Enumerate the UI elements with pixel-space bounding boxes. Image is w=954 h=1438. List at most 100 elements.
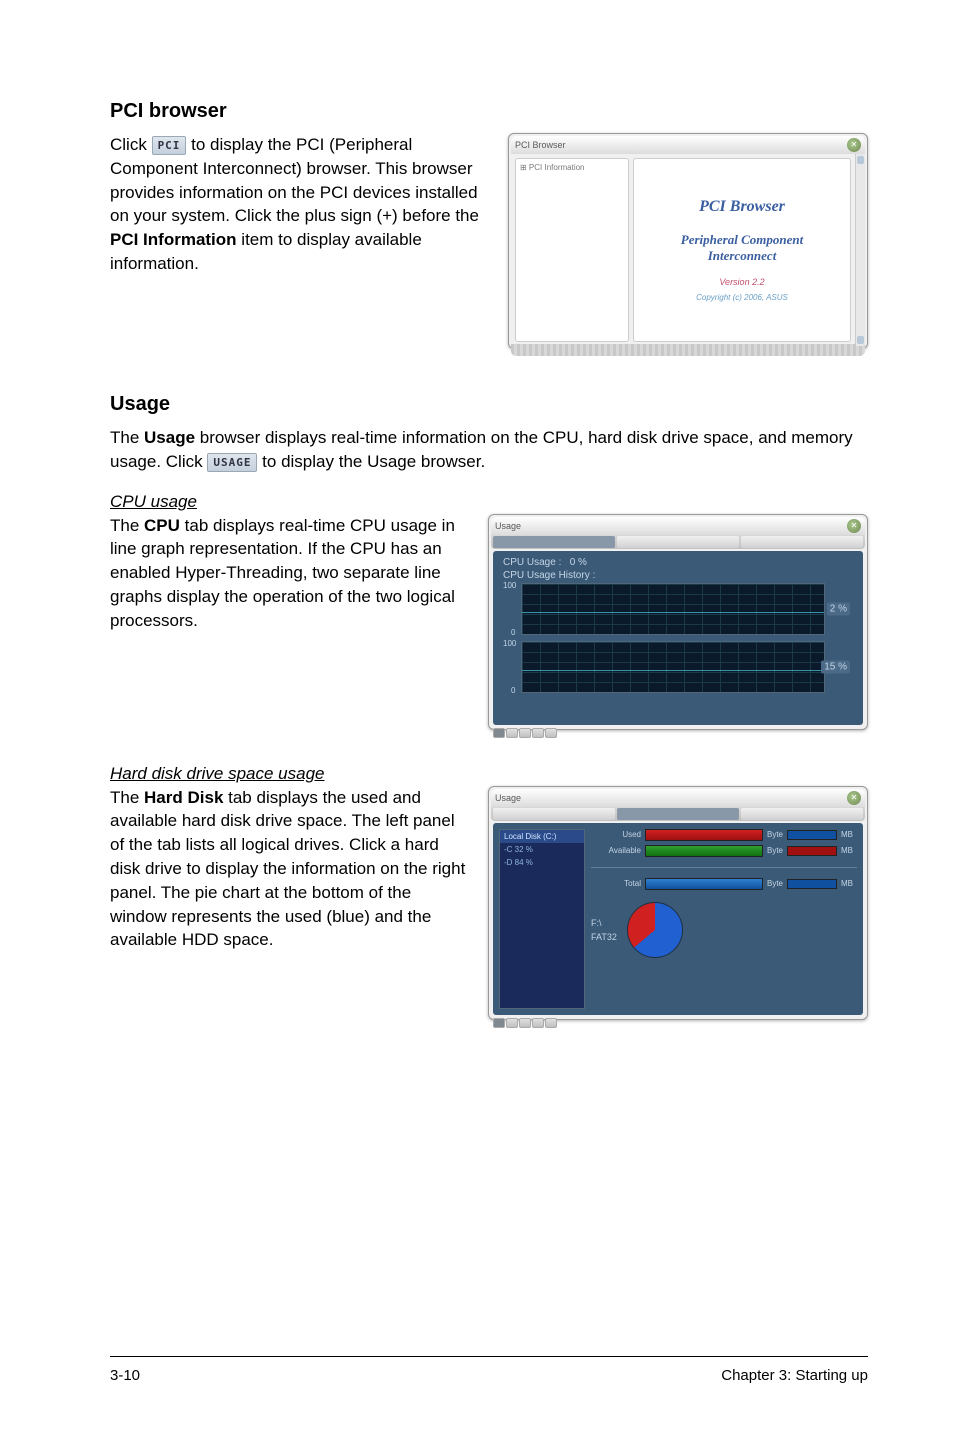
hdd-used-row: Used Byte MB xyxy=(591,829,857,841)
pci-panel-subtitle2: Interconnect xyxy=(708,248,777,264)
pci-browser-paragraph: Click PCI to display the PCI (Peripheral… xyxy=(110,133,488,276)
cpu-usage-label: CPU Usage : 0 % xyxy=(503,557,853,568)
pci-tree-panel[interactable]: ⊞ PCI Information xyxy=(515,158,629,342)
window-bottom-tabs xyxy=(491,727,865,741)
pci-info-panel: PCI Browser Peripheral Component Interco… xyxy=(633,158,851,342)
unit: MB xyxy=(841,846,857,855)
pci-browser-heading: PCI browser xyxy=(110,100,868,123)
chapter-label: Chapter 3: Starting up xyxy=(721,1367,868,1384)
bottom-tab[interactable] xyxy=(545,728,557,738)
pie-label-type: FAT32 xyxy=(591,932,617,942)
hdd-pie-chart xyxy=(627,902,683,958)
pci-tree-item[interactable]: ⊞ PCI Information xyxy=(520,163,624,172)
label: Used xyxy=(591,830,641,839)
text: to display the Usage browser. xyxy=(257,452,485,471)
hdd-details-panel: Used Byte MB Available Byte MB xyxy=(591,829,857,1009)
pci-panel-title: PCI Browser xyxy=(699,198,785,216)
tab[interactable] xyxy=(617,808,739,820)
bottom-tab[interactable] xyxy=(493,728,505,738)
label: Total xyxy=(591,879,641,888)
window-title-bar: Usage ✕ xyxy=(491,517,865,535)
close-icon[interactable]: ✕ xyxy=(847,138,861,152)
close-icon[interactable]: ✕ xyxy=(847,519,861,533)
tab[interactable] xyxy=(493,536,615,548)
avail-bar xyxy=(645,845,763,857)
text: CPU Usage : xyxy=(503,557,561,568)
page-footer: 3-10 Chapter 3: Starting up xyxy=(110,1356,868,1384)
usage-bold: Usage xyxy=(144,428,195,447)
pci-panel-subtitle: Peripheral Component xyxy=(681,232,803,248)
bottom-tab[interactable] xyxy=(545,1018,557,1028)
cpu-graph-pct: 15 % xyxy=(821,660,850,673)
avail-num-bar xyxy=(787,846,837,856)
hdd-avail-row: Available Byte MB xyxy=(591,845,857,857)
unit: Byte xyxy=(767,879,783,888)
tab[interactable] xyxy=(741,536,863,548)
page-number: 3-10 xyxy=(110,1367,140,1384)
hdd-subheading: Hard disk drive space usage xyxy=(110,764,868,784)
text: Click xyxy=(110,135,152,154)
cpu-usage-value: 0 % xyxy=(570,557,587,568)
hdd-drive-list[interactable]: Local Disk (C:) -C 32 % -D 84 % xyxy=(499,829,585,1009)
pci-inline-button: PCI xyxy=(152,136,187,155)
cpu-usage-paragraph: The CPU tab displays real-time CPU usage… xyxy=(110,514,468,633)
label: Available xyxy=(591,846,641,855)
cpu-graph-pct: 2 % xyxy=(827,602,850,615)
bottom-tab[interactable] xyxy=(519,728,531,738)
drive-item[interactable]: -D 84 % xyxy=(500,856,584,869)
cpu-bold: CPU xyxy=(144,516,180,535)
tab[interactable] xyxy=(493,808,615,820)
usage-heading: Usage xyxy=(110,393,868,416)
window-title: Usage xyxy=(495,521,521,531)
text: The xyxy=(110,516,144,535)
unit: MB xyxy=(841,879,857,888)
bottom-tab[interactable] xyxy=(493,1018,505,1028)
text: The xyxy=(110,428,144,447)
hdd-paragraph: The Hard Disk tab displays the used and … xyxy=(110,786,468,953)
cpu-graph-2: 15 % xyxy=(521,641,825,693)
used-num-bar xyxy=(787,830,837,840)
usage-inline-button: USAGE xyxy=(207,453,257,472)
window-title-bar: Usage ✕ xyxy=(491,789,865,807)
y-axis-min: 0 xyxy=(511,686,515,695)
hdd-total-row: Total Byte MB xyxy=(591,878,857,890)
total-bar xyxy=(645,878,763,890)
hdd-usage-window: Usage ✕ Local Disk (C:) -C 32 % -D 84 % … xyxy=(488,786,868,1020)
total-num-bar xyxy=(787,879,837,889)
pci-browser-window: PCI Browser ✕ ⊞ PCI Information PCI Brow… xyxy=(508,133,868,349)
window-title: Usage xyxy=(495,793,521,803)
tab[interactable] xyxy=(741,808,863,820)
pci-information-bold: PCI Information xyxy=(110,230,237,249)
usage-paragraph: The Usage browser displays real-time inf… xyxy=(110,426,868,474)
text: tab displays the used and available hard… xyxy=(110,788,465,950)
cpu-usage-window: Usage ✕ CPU Usage : 0 % CPU Usage Histor… xyxy=(488,514,868,730)
bottom-tab[interactable] xyxy=(519,1018,531,1028)
close-icon[interactable]: ✕ xyxy=(847,791,861,805)
cpu-graph-1: 2 % xyxy=(521,583,825,635)
tab[interactable] xyxy=(617,536,739,548)
separator xyxy=(591,867,857,868)
window-footer-grip xyxy=(511,344,865,356)
cpu-usage-subheading: CPU usage xyxy=(110,492,868,512)
bottom-tab[interactable] xyxy=(532,728,544,738)
window-title-bar: PCI Browser ✕ xyxy=(511,136,865,154)
pci-version: Version 2.2 xyxy=(719,277,764,287)
harddisk-bold: Hard Disk xyxy=(144,788,223,807)
unit: Byte xyxy=(767,830,783,839)
drive-item[interactable]: -C 32 % xyxy=(500,843,584,856)
window-bottom-tabs xyxy=(491,1017,865,1031)
pci-copyright: Copyright (c) 2006, ASUS xyxy=(696,293,788,302)
drive-item[interactable]: Local Disk (C:) xyxy=(500,830,584,843)
window-tab-strip xyxy=(491,807,865,821)
bottom-tab[interactable] xyxy=(506,728,518,738)
unit: Byte xyxy=(767,846,783,855)
scrollbar[interactable] xyxy=(855,154,865,346)
cpu-history-label: CPU Usage History : xyxy=(503,570,853,581)
used-bar xyxy=(645,829,763,841)
bottom-tab[interactable] xyxy=(532,1018,544,1028)
text: The xyxy=(110,788,144,807)
y-axis-max: 100 xyxy=(503,581,516,590)
bottom-tab[interactable] xyxy=(506,1018,518,1028)
y-axis-max: 100 xyxy=(503,639,516,648)
window-title: PCI Browser xyxy=(515,140,566,150)
